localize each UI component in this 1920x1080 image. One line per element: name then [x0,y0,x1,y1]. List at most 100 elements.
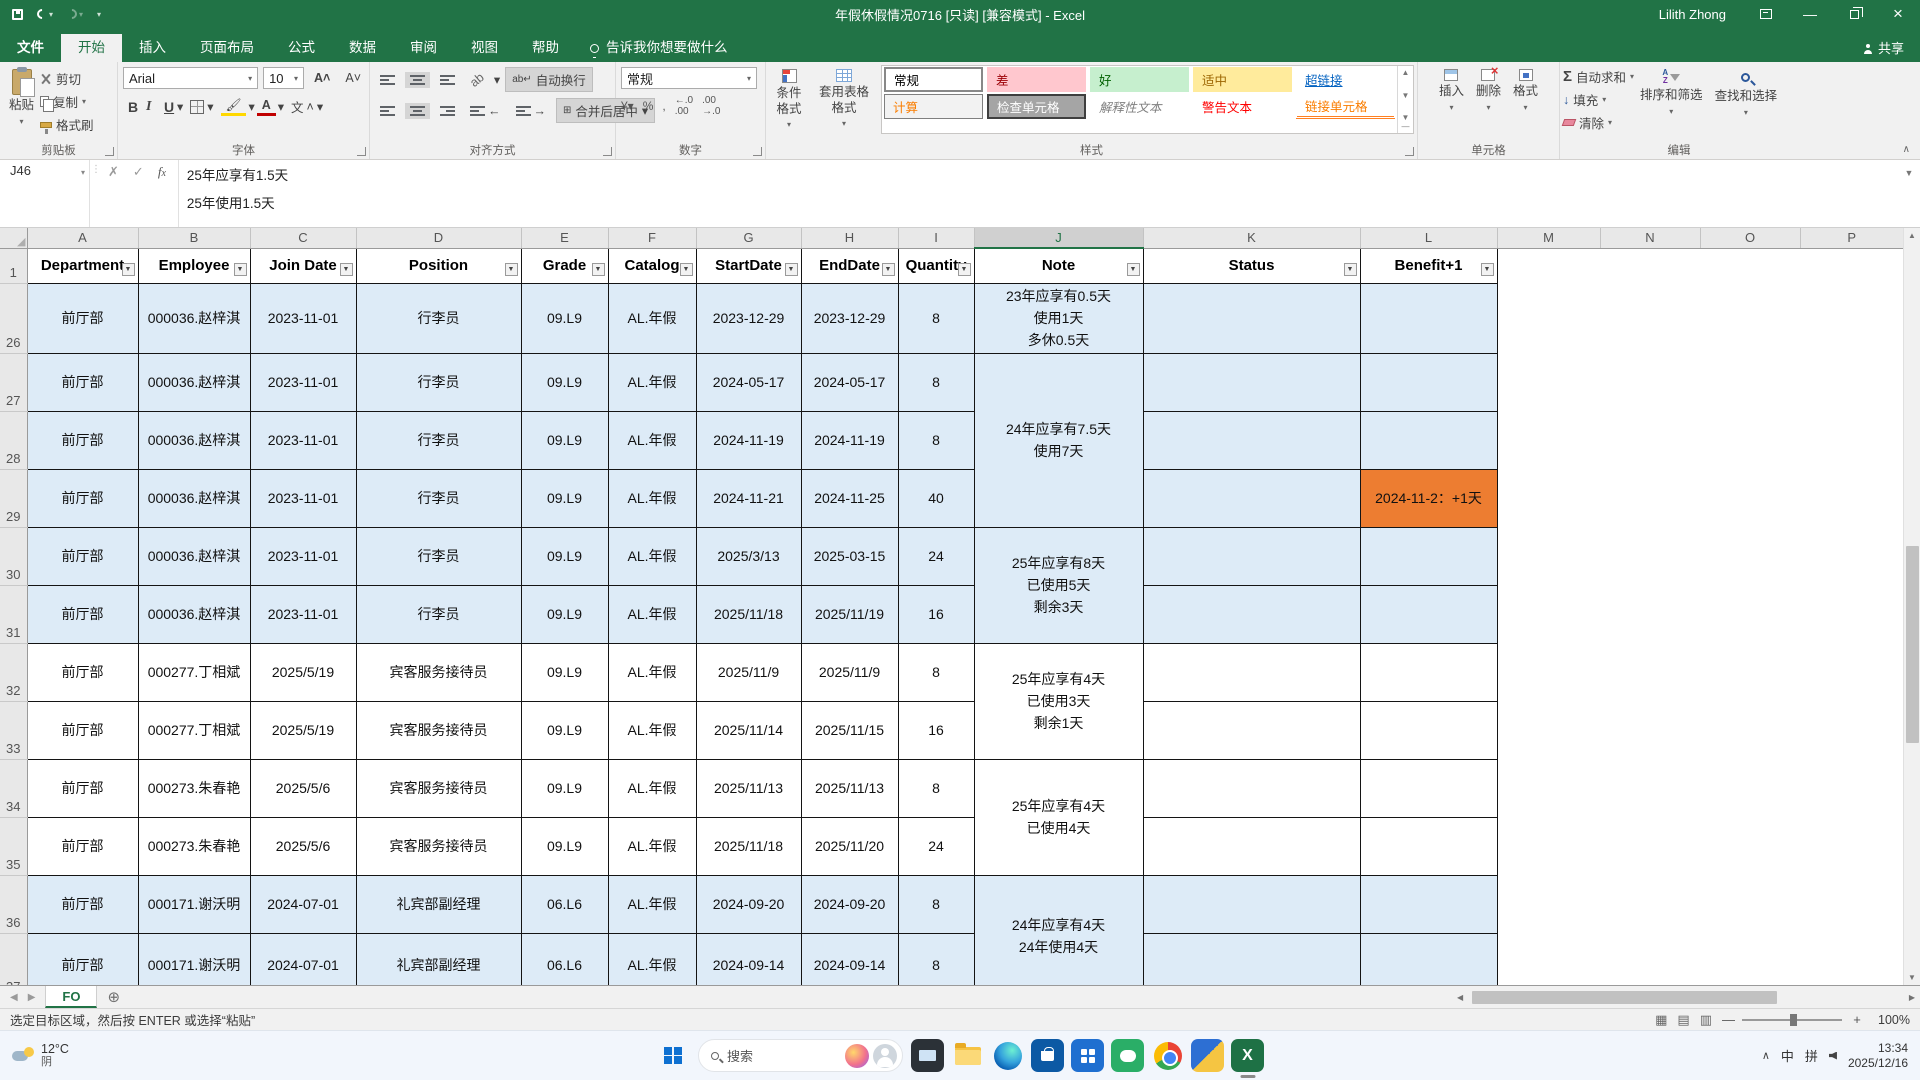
benefit-cell[interactable] [1360,933,1497,985]
empty-cell[interactable] [1497,283,1600,353]
table-cell[interactable]: 宾客服务接待员 [356,817,521,875]
table-cell[interactable]: 前厅部 [27,353,138,411]
percent-style-button[interactable]: % [643,99,654,113]
table-cell[interactable]: 000036.赵梓淇 [138,585,250,643]
search-highlight-icon[interactable] [845,1044,869,1068]
decrease-indent-button[interactable]: ← [465,102,506,120]
benefit-cell[interactable] [1360,527,1497,585]
align-left-button[interactable] [375,103,400,119]
table-cell[interactable]: 行李员 [356,283,521,353]
empty-cell[interactable] [1800,585,1903,643]
weather-widget[interactable]: 12°C 阴 [12,1042,69,1069]
delete-cells-button[interactable]: 删除▾ [1470,65,1507,117]
format-painter-button[interactable]: 格式刷 [40,115,94,134]
column-title-cell[interactable]: Join Date▼ [250,248,356,283]
empty-cell[interactable] [1497,817,1600,875]
taskbar-app-excel-icon[interactable]: X [1231,1039,1264,1072]
horizontal-scroll-thumb[interactable] [1472,991,1777,1004]
ribbon-display-options-button[interactable] [1744,0,1788,28]
empty-cell[interactable] [1497,353,1600,411]
empty-cell[interactable] [1497,469,1600,527]
number-format-select[interactable]: 常规▾ [621,67,757,89]
table-cell[interactable]: 09.L9 [521,643,608,701]
filter-button[interactable]: ▼ [1344,263,1357,276]
table-cell[interactable]: 2023-11-01 [250,283,356,353]
empty-cell[interactable] [1800,353,1903,411]
note-cell[interactable]: 24年应享有7.5天 使用7天 [974,353,1143,527]
filter-button[interactable]: ▼ [340,263,353,276]
table-cell[interactable]: 2024-09-20 [696,875,801,933]
table-cell[interactable]: 前厅部 [27,875,138,933]
zoom-slider-thumb[interactable] [1790,1014,1797,1026]
empty-cell[interactable] [1600,283,1700,353]
taskbar-app-chrome-icon[interactable] [1151,1039,1184,1072]
empty-cell[interactable] [1700,527,1800,585]
filter-button[interactable]: ▼ [882,263,895,276]
empty-cell[interactable] [1497,527,1600,585]
empty-cell[interactable] [1600,353,1700,411]
borders-button[interactable]: ▾ [185,97,218,116]
align-center-button[interactable] [405,103,430,119]
vertical-scrollbar[interactable]: ▲ ▼ [1903,228,1920,985]
empty-cell[interactable] [1700,701,1800,759]
table-cell[interactable]: 09.L9 [521,283,608,353]
redo-button[interactable]: ▾ [67,9,83,19]
page-break-view-button[interactable]: ▥ [1700,1012,1712,1028]
autosum-button[interactable]: Σ自动求和▾ [1563,67,1634,86]
status-cell[interactable] [1143,933,1360,985]
column-header-O[interactable]: O [1700,228,1800,248]
note-cell[interactable]: 25年应享有4天 已使用4天 [974,759,1143,875]
table-cell[interactable]: 2023-11-01 [250,469,356,527]
table-cell[interactable]: 2024-11-25 [801,469,898,527]
status-cell[interactable] [1143,527,1360,585]
format-cells-button[interactable]: 格式▾ [1507,65,1544,117]
table-cell[interactable]: 000171.谢沃明 [138,933,250,985]
tab-审阅[interactable]: 审阅 [393,34,454,62]
column-header-H[interactable]: H [801,228,898,248]
table-cell[interactable]: 宾客服务接待员 [356,759,521,817]
benefit-cell[interactable] [1360,411,1497,469]
table-cell[interactable]: 行李员 [356,353,521,411]
ime-mode-indicator[interactable]: 拼 [1805,1046,1818,1065]
column-header-M[interactable]: M [1497,228,1600,248]
row-header[interactable]: 26 [0,283,27,353]
column-title-cell[interactable]: Catalog▼ [608,248,696,283]
column-title-cell[interactable]: Quantity▼ [898,248,974,283]
table-cell[interactable]: 06.L6 [521,933,608,985]
styles-dialog-launcher[interactable] [1405,147,1414,156]
table-cell[interactable]: 前厅部 [27,527,138,585]
empty-cell[interactable] [1497,875,1600,933]
close-button[interactable]: × [1876,0,1920,28]
table-cell[interactable]: 前厅部 [27,411,138,469]
paste-button[interactable]: 粘贴▾ [3,65,40,134]
empty-cell[interactable] [1800,527,1903,585]
row-header[interactable]: 1 [0,248,27,283]
undo-button[interactable]: ▾ [37,9,53,19]
empty-cell[interactable] [1600,701,1700,759]
search-box[interactable]: 搜索 [698,1039,903,1072]
sort-filter-button[interactable]: AZ 排序和筛选▾ [1634,65,1709,132]
table-cell[interactable]: 09.L9 [521,411,608,469]
column-header-I[interactable]: I [898,228,974,248]
empty-cell[interactable] [1497,643,1600,701]
benefit-cell[interactable] [1360,643,1497,701]
find-select-button[interactable]: 查找和选择▾ [1709,65,1784,132]
top-align-button[interactable] [375,72,400,88]
status-cell[interactable] [1143,817,1360,875]
empty-cell[interactable] [1700,469,1800,527]
zoom-level[interactable]: 100% [1872,1013,1910,1027]
table-cell[interactable]: 2025/5/19 [250,643,356,701]
row-header[interactable]: 27 [0,353,27,411]
table-cell[interactable]: 2025/3/13 [696,527,801,585]
column-header-J[interactable]: J [974,228,1143,248]
table-cell[interactable]: 2024-05-17 [696,353,801,411]
collapse-ribbon-button[interactable]: ∧ [1903,144,1910,155]
table-cell[interactable]: 2024-09-14 [696,933,801,985]
benefit-cell[interactable] [1360,759,1497,817]
column-header-F[interactable]: F [608,228,696,248]
empty-cell[interactable] [1800,875,1903,933]
benefit-cell[interactable] [1360,283,1497,353]
tab-开始[interactable]: 开始 [61,34,122,62]
column-title-cell[interactable]: Employee▼ [138,248,250,283]
table-cell[interactable]: AL.年假 [608,585,696,643]
